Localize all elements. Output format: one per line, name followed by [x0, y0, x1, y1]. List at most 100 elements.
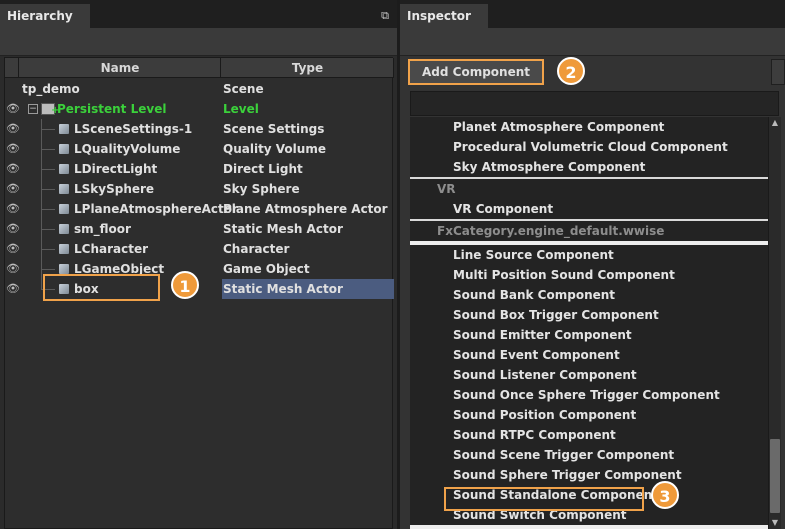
collapse-icon[interactable]: −: [28, 104, 38, 114]
tree-row[interactable]: 👁 LSceneSettings-1 Scene Settings: [5, 119, 394, 139]
inspector-toolbar: [400, 28, 785, 56]
actor-icon: [59, 204, 69, 214]
actor-icon: [59, 244, 69, 254]
eye-icon[interactable]: 👁: [6, 159, 20, 179]
tree-row-type: Scene: [223, 82, 264, 96]
tree-connector: [41, 229, 55, 230]
hierarchy-toolbar: [0, 28, 397, 56]
tree-row-scene[interactable]: tp_demo Scene: [5, 79, 394, 99]
eye-icon[interactable]: 👁: [6, 119, 20, 139]
tree-row[interactable]: 👁 sm_floor Static Mesh Actor: [5, 219, 394, 239]
tree-row-type: Direct Light: [223, 162, 303, 176]
tree-row[interactable]: 👁 LSkySphere Sky Sphere: [5, 179, 394, 199]
tree-row-name: LCharacter: [74, 242, 149, 256]
list-item[interactable]: Sky Atmosphere Component: [410, 157, 768, 177]
list-item[interactable]: Sound RTPC Component: [410, 425, 768, 445]
hierarchy-panel: Hierarchy ⧉ Name Type tp_demo Scene 👁 − …: [0, 0, 397, 529]
callout-badge-3: 3: [651, 481, 679, 509]
category-header-wwise: FxCategory.engine_default.wwise: [410, 221, 768, 241]
eye-icon[interactable]: 👁: [6, 199, 20, 219]
inspector-tabbar: Inspector: [400, 0, 785, 28]
eye-icon[interactable]: 👁: [6, 139, 20, 159]
tree-row-type: Static Mesh Actor: [222, 279, 394, 299]
eye-icon[interactable]: 👁: [6, 219, 20, 239]
category-header-vr: VR: [410, 179, 768, 199]
eye-icon[interactable]: 👁: [6, 259, 20, 279]
tree-row-name: tp_demo: [22, 82, 80, 96]
name-column-header[interactable]: Name: [20, 58, 221, 78]
tree-connector: [41, 209, 55, 210]
list-item[interactable]: Planet Atmosphere Component: [410, 117, 768, 137]
callout-badge-2: 2: [557, 57, 585, 85]
list-item[interactable]: Sound Position Component: [410, 405, 768, 425]
eye-icon[interactable]: 👁: [6, 279, 20, 299]
inspector-side-button[interactable]: [771, 59, 785, 85]
tree-row-name: LPlaneAtmosphereActor: [74, 202, 238, 216]
tree-connector: [41, 279, 42, 289]
scroll-down-icon[interactable]: ▼: [769, 517, 781, 529]
tree-row-name: LSceneSettings-1: [74, 122, 193, 136]
actor-icon: [59, 184, 69, 194]
tree-row-type: Plane Atmosphere Actor: [223, 202, 388, 216]
actor-icon: [59, 124, 69, 134]
tab-hierarchy[interactable]: Hierarchy: [0, 4, 90, 28]
component-search-input[interactable]: [410, 91, 779, 116]
actor-icon: [59, 264, 69, 274]
inspector-panel: Inspector Add Component Planet Atmospher…: [400, 0, 785, 529]
hierarchy-header: Name Type: [5, 58, 394, 78]
add-component-button[interactable]: Add Component: [408, 59, 544, 85]
list-item[interactable]: Sound Bank Component: [410, 285, 768, 305]
eye-icon[interactable]: 👁: [6, 99, 20, 119]
tree-row-type: Scene Settings: [223, 122, 325, 136]
hierarchy-tabbar: Hierarchy ⧉: [0, 0, 397, 28]
tree-row-type: Level: [223, 102, 259, 116]
tree-row-name: LQualityVolume: [74, 142, 181, 156]
tree-connector: [41, 169, 55, 170]
tree-row-name: LSkySphere: [74, 182, 155, 196]
list-item[interactable]: Procedural Volumetric Cloud Component: [410, 137, 768, 157]
type-column-header[interactable]: Type: [222, 58, 394, 78]
list-item[interactable]: Sound Once Sphere Trigger Component: [410, 385, 768, 405]
list-item[interactable]: Sound Box Trigger Component: [410, 305, 768, 325]
list-item[interactable]: Sound Event Component: [410, 345, 768, 365]
tree-row-type: Static Mesh Actor: [223, 222, 343, 236]
tree-row-name: LDirectLight: [74, 162, 158, 176]
visibility-column-header[interactable]: [5, 58, 19, 78]
tree-connector: [41, 149, 55, 150]
callout-badge-1: 1: [171, 271, 199, 299]
inspector-body: Add Component Planet Atmosphere Componen…: [400, 56, 785, 529]
callout-box-3: [444, 487, 644, 511]
tree-row-type: Game Object: [223, 262, 310, 276]
tree-row-level[interactable]: 👁 − + Persistent Level Level: [5, 99, 394, 119]
tree-connector: [41, 189, 55, 190]
eye-icon[interactable]: 👁: [6, 179, 20, 199]
scroll-up-icon[interactable]: ▲: [769, 117, 781, 129]
tree-row[interactable]: 👁 LPlaneAtmosphereActor Plane Atmosphere…: [5, 199, 394, 219]
actor-icon: [59, 224, 69, 234]
tree-row-type: Sky Sphere: [223, 182, 300, 196]
tree-row[interactable]: 👁 LQualityVolume Quality Volume: [5, 139, 394, 159]
tree-row-name: sm_floor: [74, 222, 131, 236]
list-item[interactable]: Sound Emitter Component: [410, 325, 768, 345]
pin-icon[interactable]: ⧉: [377, 8, 393, 24]
tree-row[interactable]: 👁 LDirectLight Direct Light: [5, 159, 394, 179]
tree-row-name: Persistent Level: [57, 102, 167, 116]
component-list-scrollbar[interactable]: ▲ ▼: [768, 117, 781, 529]
eye-icon[interactable]: 👁: [6, 239, 20, 259]
actor-icon: [59, 144, 69, 154]
list-item[interactable]: Sound Listener Component: [410, 365, 768, 385]
tree-connector: [41, 249, 55, 250]
tab-inspector[interactable]: Inspector: [400, 4, 488, 28]
list-item[interactable]: Multi Position Sound Component: [410, 265, 768, 285]
list-item[interactable]: Sound Sphere Trigger Component: [410, 465, 768, 485]
scroll-thumb[interactable]: [770, 439, 780, 513]
tree-row-type: Character: [223, 242, 290, 256]
tree-row[interactable]: 👁 LCharacter Character: [5, 239, 394, 259]
list-item[interactable]: Line Source Component: [410, 245, 768, 265]
tree-connector: [41, 269, 55, 270]
actor-icon: [59, 164, 69, 174]
list-item[interactable]: Sound Scene Trigger Component: [410, 445, 768, 465]
list-item[interactable]: VR Component: [410, 199, 768, 219]
component-list: Planet Atmosphere Component Procedural V…: [410, 117, 768, 529]
callout-box-1: [43, 274, 160, 301]
